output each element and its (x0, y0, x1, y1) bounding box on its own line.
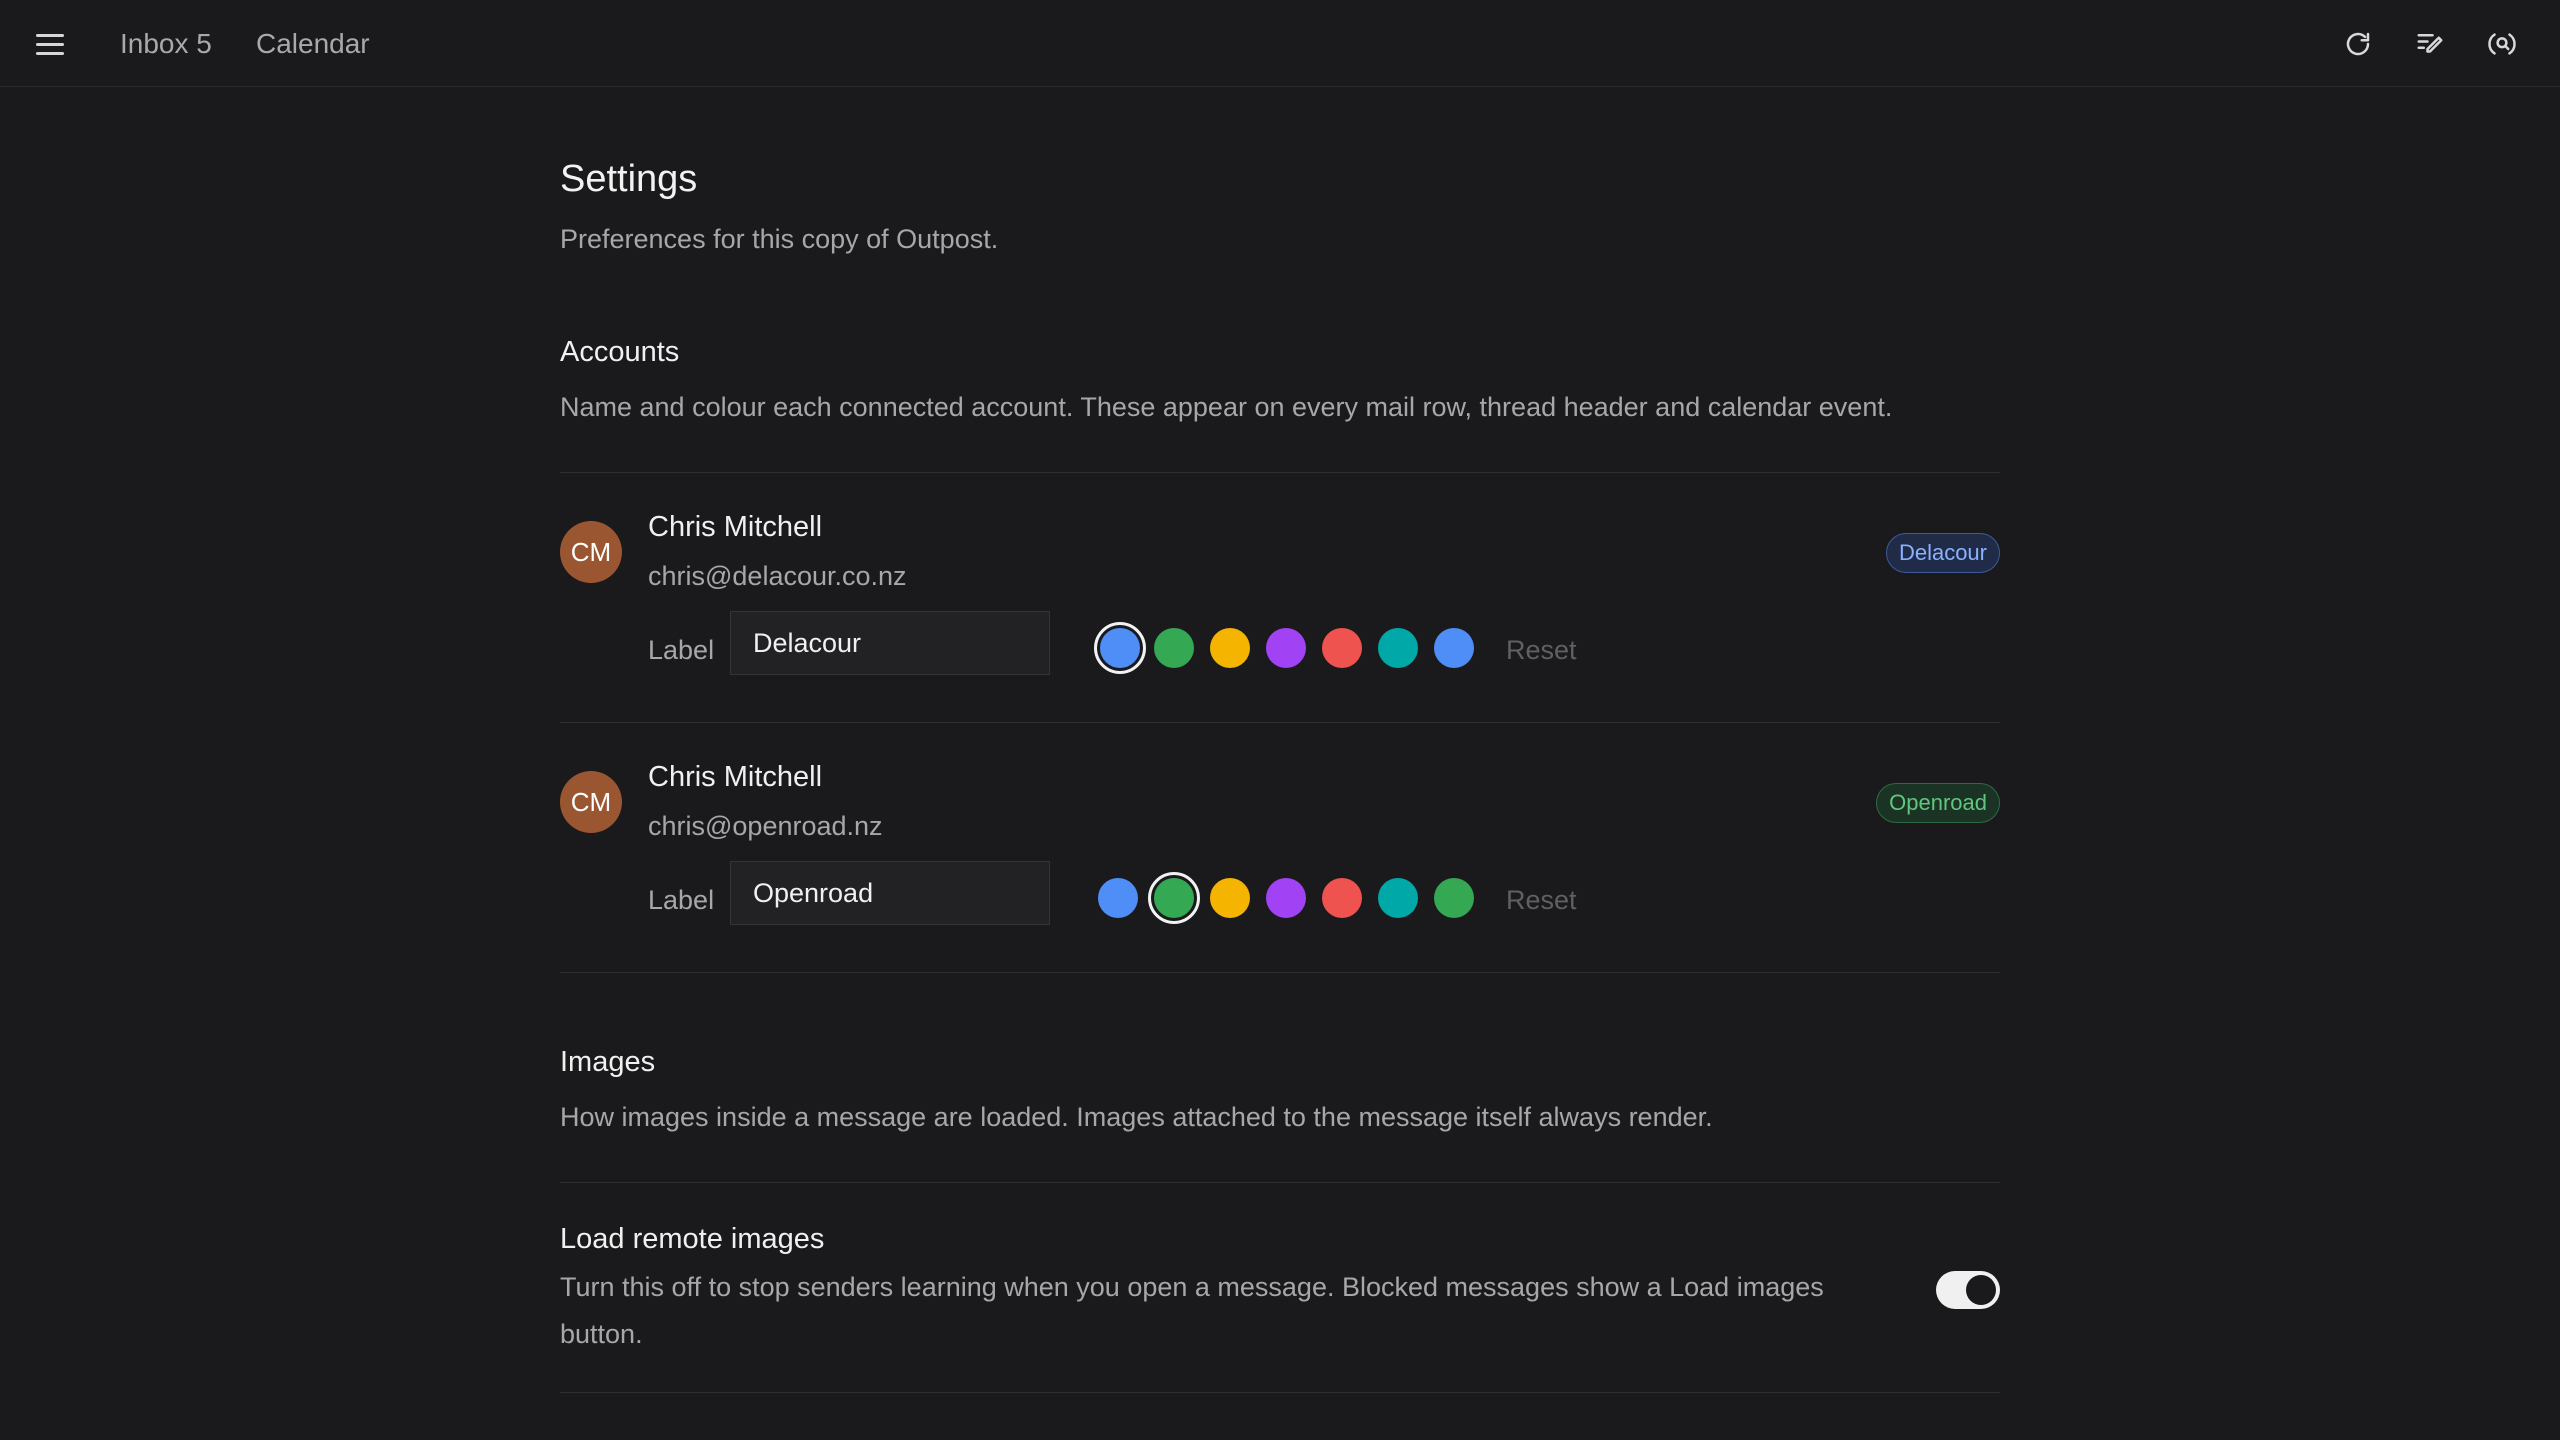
divider (560, 1182, 2000, 1183)
color-swatch[interactable] (1210, 628, 1250, 668)
color-swatch-selected[interactable] (1148, 872, 1200, 924)
images-section-title: Images (560, 1046, 656, 1078)
top-bar: Inbox 5 Calendar (0, 0, 2560, 87)
divider (560, 1392, 2000, 1393)
color-swatch-custom[interactable] (1434, 628, 1474, 668)
label-caption: Label (648, 635, 715, 665)
color-swatch[interactable] (1266, 878, 1306, 918)
color-swatch[interactable] (1154, 628, 1194, 668)
page-subtitle: Preferences for this copy of Outpost. (560, 224, 999, 254)
color-swatch[interactable] (1266, 628, 1306, 668)
account-badge: Openroad (1876, 783, 2000, 823)
account-email: chris@delacour.co.nz (648, 561, 907, 591)
account-badge: Delacour (1885, 533, 2000, 573)
remote-images-title: Load remote images (560, 1223, 825, 1255)
accounts-section-title: Accounts (560, 336, 680, 368)
remote-images-description: Turn this off to stop senders learning w… (560, 1272, 1824, 1349)
divider (560, 972, 2000, 973)
accounts-section-description: Name and colour each connected account. … (560, 392, 1893, 422)
color-swatch-custom[interactable] (1434, 878, 1474, 918)
label-caption: Label (648, 885, 715, 915)
color-swatch-selected[interactable] (1094, 622, 1146, 674)
account-email: chris@openroad.nz (648, 811, 883, 841)
color-swatch[interactable] (1322, 878, 1362, 918)
color-swatch[interactable] (1378, 628, 1418, 668)
account-row: CM Chris Mitchell chris@openroad.nz Open… (560, 723, 2000, 973)
reset-button[interactable]: Reset (1506, 633, 1577, 667)
account-row: CM Chris Mitchell chris@delacour.co.nz D… (560, 473, 2000, 723)
images-section-description: How images inside a message are loaded. … (560, 1102, 1713, 1132)
color-swatch[interactable] (1210, 878, 1250, 918)
reset-button[interactable]: Reset (1506, 883, 1577, 917)
account-search-icon[interactable] (2484, 26, 2520, 62)
nav-inbox-link[interactable]: Inbox 5 (120, 26, 212, 62)
color-swatch[interactable] (1098, 878, 1138, 918)
avatar: CM (560, 771, 622, 833)
hamburger-menu-icon[interactable] (36, 26, 76, 62)
toggle-knob (1966, 1275, 1996, 1305)
page-title: Settings (560, 158, 698, 200)
refresh-icon[interactable] (2340, 26, 2376, 62)
account-label-input[interactable] (730, 861, 1050, 925)
color-swatch[interactable] (1378, 878, 1418, 918)
nav-calendar-link[interactable]: Calendar (256, 26, 370, 62)
account-name: Chris Mitchell (648, 761, 823, 793)
remote-images-toggle[interactable] (1936, 1271, 2000, 1309)
color-swatch[interactable] (1322, 628, 1362, 668)
avatar: CM (560, 521, 622, 583)
compose-icon[interactable] (2412, 26, 2448, 62)
account-label-input[interactable] (730, 611, 1050, 675)
account-name: Chris Mitchell (648, 511, 823, 543)
